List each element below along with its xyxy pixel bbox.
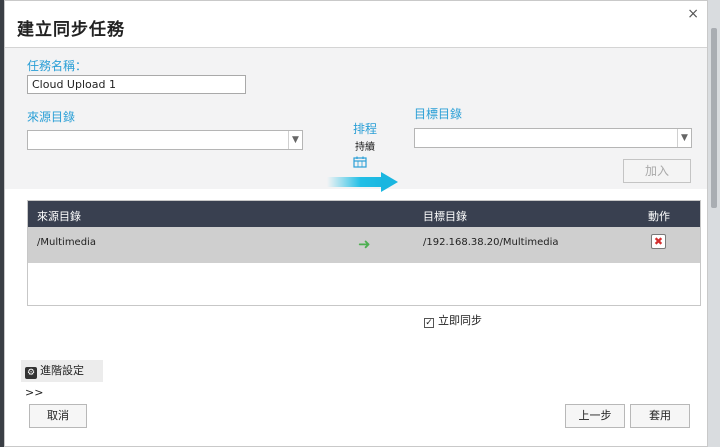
column-header-source: 來源目錄 bbox=[37, 210, 81, 223]
cancel-button[interactable]: 取消 bbox=[29, 404, 87, 428]
sync-pairs-table: 來源目錄 目標目錄 動作 /Multimedia ➜ /192.168.38.2… bbox=[27, 200, 701, 306]
row-source-path: /Multimedia bbox=[37, 237, 96, 248]
schedule-section[interactable]: 排程 持續 bbox=[345, 120, 385, 153]
calendar-icon[interactable] bbox=[353, 156, 367, 168]
column-header-target: 目標目錄 bbox=[423, 210, 467, 223]
sync-now-option[interactable]: ✓ 立即同步 bbox=[424, 312, 482, 328]
apply-button[interactable]: 套用 bbox=[630, 404, 690, 428]
target-folder-label: 目標目錄 bbox=[414, 107, 463, 121]
row-target-path: /192.168.38.20/Multimedia bbox=[423, 237, 559, 248]
sync-now-label: 立即同步 bbox=[438, 314, 482, 327]
advanced-settings-label: 進階設定 bbox=[40, 364, 84, 377]
target-folder-select[interactable]: ▼ bbox=[414, 128, 692, 148]
scrollbar-thumb[interactable] bbox=[711, 28, 717, 208]
schedule-status: 持續 bbox=[355, 142, 375, 153]
arrow-right-icon bbox=[327, 171, 398, 192]
gear-icon: ⚙ bbox=[25, 367, 37, 379]
delete-icon[interactable]: ✖ bbox=[651, 234, 666, 249]
table-header: 來源目錄 目標目錄 動作 bbox=[28, 201, 700, 227]
advanced-chevron: >> bbox=[25, 386, 44, 399]
schedule-label: 排程 bbox=[352, 122, 377, 136]
close-icon[interactable]: × bbox=[687, 6, 699, 22]
advanced-settings-toggle[interactable]: ⚙ 進階設定 >> bbox=[21, 360, 103, 399]
source-folder-select[interactable]: ▼ bbox=[27, 130, 303, 150]
task-name-label: 任務名稱： bbox=[27, 59, 88, 73]
chevron-down-icon: ▼ bbox=[677, 129, 691, 147]
table-row[interactable]: /Multimedia ➜ /192.168.38.20/Multimedia … bbox=[28, 227, 700, 263]
previous-button[interactable]: 上一步 bbox=[565, 404, 625, 428]
add-button[interactable]: 加入 bbox=[623, 159, 691, 183]
source-folder-label: 來源目錄 bbox=[27, 110, 76, 124]
task-name-input[interactable] bbox=[27, 75, 246, 94]
chevron-down-icon: ▼ bbox=[288, 131, 302, 149]
arrow-right-icon: ➜ bbox=[358, 235, 371, 253]
create-sync-task-dialog: 建立同步任務 × 任務名稱： 來源目錄 ▼ 排程 持續 bbox=[4, 0, 708, 447]
checkbox-checked-icon[interactable]: ✓ bbox=[424, 318, 434, 328]
window-scrollbar[interactable] bbox=[708, 0, 720, 447]
dialog-title: 建立同步任務 bbox=[17, 20, 125, 40]
column-header-action: 動作 bbox=[648, 210, 670, 223]
